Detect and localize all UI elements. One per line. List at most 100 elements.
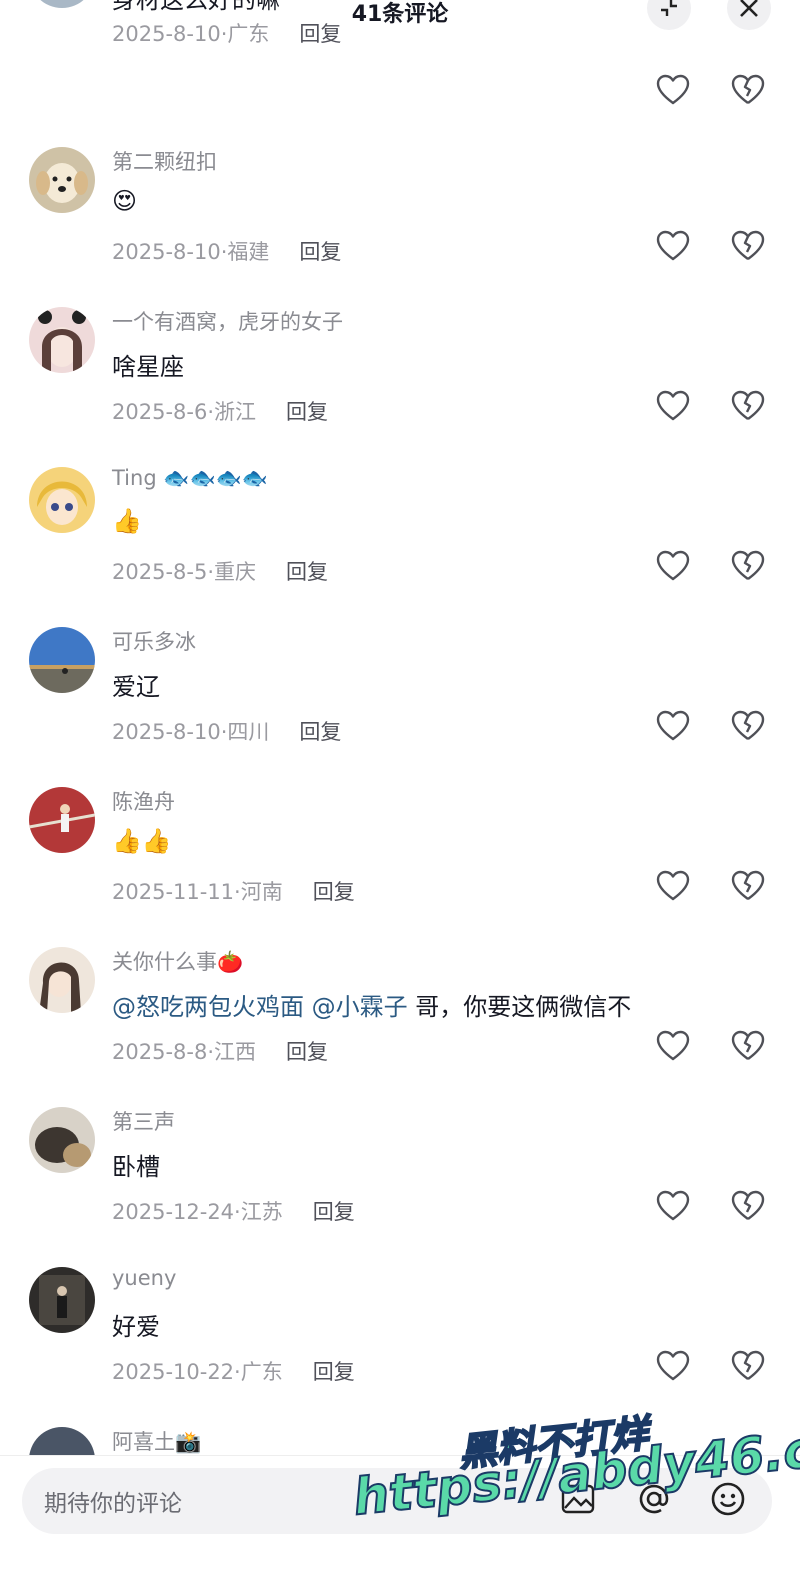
- reply-button[interactable]: 回复: [286, 400, 328, 424]
- dislike-button[interactable]: [731, 1030, 767, 1064]
- comment-meta: 2025-8-6·浙江 回复: [112, 400, 329, 424]
- broken-heart-icon: [731, 1350, 765, 1380]
- comment-item: 阿喜土📸: [0, 1427, 800, 1455]
- dislike-button[interactable]: [731, 1190, 767, 1224]
- mention-link[interactable]: @怒吃两包火鸡面: [112, 993, 304, 1021]
- comment-username[interactable]: 第三声: [112, 1106, 175, 1136]
- like-button[interactable]: [656, 230, 692, 264]
- comment-item: 陈渔舟 👍👍 2025-11-11·河南 回复: [0, 787, 800, 947]
- reply-button[interactable]: 回复: [286, 560, 328, 584]
- like-button[interactable]: [656, 1030, 692, 1064]
- avatar[interactable]: [29, 1107, 95, 1173]
- like-button[interactable]: [656, 390, 692, 424]
- comment-username[interactable]: 阿喜土📸: [112, 1427, 201, 1455]
- heart-icon: [656, 230, 690, 261]
- comment-meta: 2025-8-10·福建 回复: [112, 240, 342, 264]
- comment-username[interactable]: 陈渔舟: [112, 786, 175, 816]
- dislike-button[interactable]: [731, 74, 767, 108]
- comment-item: Ting 🐟🐟🐟🐟 👍 2025-8-5·重庆 回复: [0, 466, 800, 627]
- comment-region: 江西: [214, 1040, 257, 1064]
- comment-input[interactable]: 期待你的评论: [22, 1468, 772, 1534]
- comment-item: 身材这么好的嘛 2025-8-10·广东 回复: [0, 0, 800, 105]
- reply-button[interactable]: 回复: [313, 880, 355, 904]
- like-button[interactable]: [656, 870, 692, 904]
- dislike-button[interactable]: [731, 710, 767, 744]
- like-button[interactable]: [656, 710, 692, 744]
- comment-text: 啥星座: [112, 353, 184, 381]
- comment-item: 一个有酒窝，虎牙的女子 啥星座 2025-8-6·浙江 回复: [0, 307, 800, 467]
- avatar[interactable]: [29, 627, 95, 693]
- avatar[interactable]: [29, 467, 95, 533]
- comment-region: 河南: [240, 880, 283, 904]
- heart-icon: [656, 390, 690, 421]
- comment-username[interactable]: 可乐多冰: [112, 626, 196, 656]
- comment-text: @怒吃两包火鸡面 @小霖子 哥，你要这俩微信不: [112, 987, 631, 1022]
- comment-text: 👍👍: [112, 827, 172, 855]
- like-button[interactable]: [656, 1190, 692, 1224]
- heart-icon: [656, 1190, 690, 1221]
- dislike-button[interactable]: [731, 870, 767, 904]
- heart-icon: [656, 870, 690, 901]
- image-button[interactable]: [557, 1478, 599, 1520]
- broken-heart-icon: [731, 710, 765, 740]
- reply-button[interactable]: 回复: [286, 1040, 328, 1064]
- comment-date: 2025-8-5: [112, 560, 208, 584]
- comment-date: 2025-8-6: [112, 400, 208, 424]
- comment-region: 福建: [227, 240, 270, 264]
- mention-button[interactable]: [633, 1478, 675, 1520]
- emoji-button[interactable]: [707, 1478, 749, 1520]
- comment-date: 2025-8-10: [112, 240, 221, 264]
- avatar[interactable]: [29, 787, 95, 853]
- comment-date: 2025-11-11: [112, 880, 235, 904]
- comment-region: 重庆: [214, 560, 257, 584]
- reply-button[interactable]: 回复: [299, 720, 341, 744]
- comment-username[interactable]: Ting 🐟🐟🐟🐟: [112, 466, 268, 491]
- mention-link[interactable]: @小霖子: [312, 993, 408, 1021]
- comment-item: 第三声 卧槽 2025-12-24·江苏 回复: [0, 1107, 800, 1267]
- comment-username[interactable]: yueny: [112, 1266, 176, 1290]
- reply-button[interactable]: 回复: [299, 240, 341, 264]
- comment-username[interactable]: 关你什么事🍅: [112, 946, 243, 976]
- comment-username[interactable]: 一个有酒窝，虎牙的女子: [112, 306, 343, 336]
- broken-heart-icon: [731, 230, 765, 260]
- broken-heart-icon: [731, 74, 765, 104]
- dislike-button[interactable]: [731, 1350, 767, 1384]
- broken-heart-icon: [731, 1190, 765, 1220]
- comment-text: 😍: [112, 187, 138, 215]
- comment-meta: 2025-8-10·四川 回复: [112, 720, 342, 744]
- like-button[interactable]: [656, 1350, 692, 1384]
- comment-date: 2025-8-8: [112, 1040, 208, 1064]
- comment-username[interactable]: 第二颗纽扣: [112, 146, 217, 176]
- reply-button[interactable]: 回复: [299, 22, 341, 46]
- avatar[interactable]: [29, 1427, 95, 1455]
- comment-text-body: 哥，你要这俩微信不: [415, 993, 632, 1021]
- avatar[interactable]: [29, 0, 95, 8]
- dislike-button[interactable]: [731, 550, 767, 584]
- comment-input-bar: 期待你的评论: [0, 1455, 800, 1580]
- comment-item: yueny 好爱 2025-10-22·广东 回复: [0, 1266, 800, 1427]
- comment-meta: 2025-12-24·江苏 回复: [112, 1200, 355, 1224]
- comment-date: 2025-10-22: [112, 1360, 235, 1384]
- reply-button[interactable]: 回复: [313, 1360, 355, 1384]
- comment-item: 可乐多冰 爱辽 2025-8-10·四川 回复: [0, 627, 800, 787]
- comment-text: 卧槽: [112, 1153, 160, 1181]
- comment-meta: 2025-8-5·重庆 回复: [112, 560, 329, 584]
- avatar[interactable]: [29, 307, 95, 373]
- comment-item: 第二颗纽扣 😍 2025-8-10·福建 回复: [0, 147, 800, 307]
- avatar[interactable]: [29, 147, 95, 213]
- comment-region: 广东: [227, 22, 270, 46]
- avatar[interactable]: [29, 947, 95, 1013]
- like-button[interactable]: [656, 550, 692, 584]
- comment-region: 广东: [240, 1360, 283, 1384]
- heart-icon: [656, 1350, 690, 1381]
- dislike-button[interactable]: [731, 390, 767, 424]
- heart-icon: [656, 550, 690, 581]
- comment-input-placeholder: 期待你的评论: [44, 1491, 182, 1517]
- dislike-button[interactable]: [731, 230, 767, 264]
- avatar[interactable]: [29, 1267, 95, 1333]
- broken-heart-icon: [731, 870, 765, 900]
- reply-button[interactable]: 回复: [313, 1200, 355, 1224]
- comment-text: 好爱: [112, 1313, 160, 1341]
- comment-text: 爱辽: [112, 673, 160, 701]
- like-button[interactable]: [656, 74, 692, 108]
